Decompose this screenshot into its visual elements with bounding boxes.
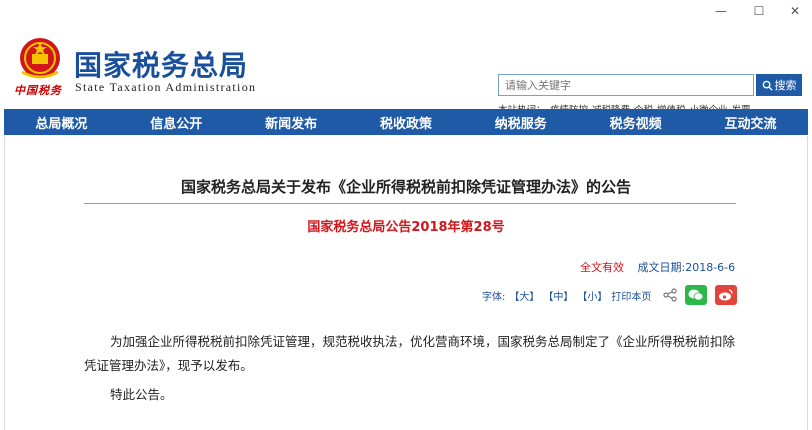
site-title[interactable]: 国家税务总局 xyxy=(74,44,248,84)
article-paragraph: 特此公告。 xyxy=(110,387,173,402)
font-size-label: 字体: xyxy=(482,291,506,303)
nav-item-interaction[interactable]: 互动交流 xyxy=(724,113,776,132)
font-large-button[interactable]: 【大】 xyxy=(509,288,539,303)
emblem-caption: 中国税务 xyxy=(14,84,62,97)
nav-item-video[interactable]: 税务视频 xyxy=(610,113,662,132)
window-titlebar: — ☐ ✕ xyxy=(0,0,812,22)
search-input[interactable] xyxy=(498,74,754,96)
close-button[interactable]: ✕ xyxy=(778,0,812,22)
article-title: 国家税务总局关于发布《企业所得税税前扣除凭证管理办法》的公告 xyxy=(180,178,631,196)
site-subtitle: State Taxation Administration xyxy=(75,80,257,94)
nav-item-overview[interactable]: 总局概况 xyxy=(35,113,87,132)
main-nav: 总局概况 信息公开 新闻发布 税收政策 纳税服务 税务视频 互动交流 xyxy=(4,109,808,135)
share-icon[interactable] xyxy=(663,288,677,302)
issue-date: 成文日期:2018-6-6 xyxy=(637,261,736,274)
nav-item-service[interactable]: 纳税服务 xyxy=(495,113,547,132)
nav-item-policy[interactable]: 税收政策 xyxy=(380,113,432,132)
search-icon xyxy=(762,80,773,91)
minimize-button[interactable]: — xyxy=(704,0,738,22)
maximize-button[interactable]: ☐ xyxy=(742,0,776,22)
article-tools: 字体: 【大】 【中】 【小】 打印本页 xyxy=(482,283,738,307)
article-meta: 全文有效 成文日期:2018-6-6 xyxy=(580,259,735,275)
title-divider xyxy=(84,203,736,204)
document-number: 国家税务总局公告2018年第28号 xyxy=(307,220,505,235)
nav-item-disclosure[interactable]: 信息公开 xyxy=(150,113,202,132)
search-button-label: 搜索 xyxy=(774,80,797,92)
weibo-share-icon[interactable] xyxy=(715,285,738,305)
search-button[interactable]: 搜索 xyxy=(756,74,802,96)
validity-status: 全文有效 xyxy=(580,261,624,274)
site-header: 中国税务 国家税务总局 State Taxation Administratio… xyxy=(0,22,812,116)
wechat-share-icon[interactable] xyxy=(685,285,708,305)
font-medium-button[interactable]: 【中】 xyxy=(543,288,573,303)
print-button[interactable]: 打印本页 xyxy=(611,288,651,303)
article-paragraph: 为加强企业所得税税前扣除凭证管理，规范税收执法，优化营商环境，国家税务总局制定了… xyxy=(84,334,736,373)
font-small-button[interactable]: 【小】 xyxy=(577,288,607,303)
nav-item-news[interactable]: 新闻发布 xyxy=(265,113,317,132)
